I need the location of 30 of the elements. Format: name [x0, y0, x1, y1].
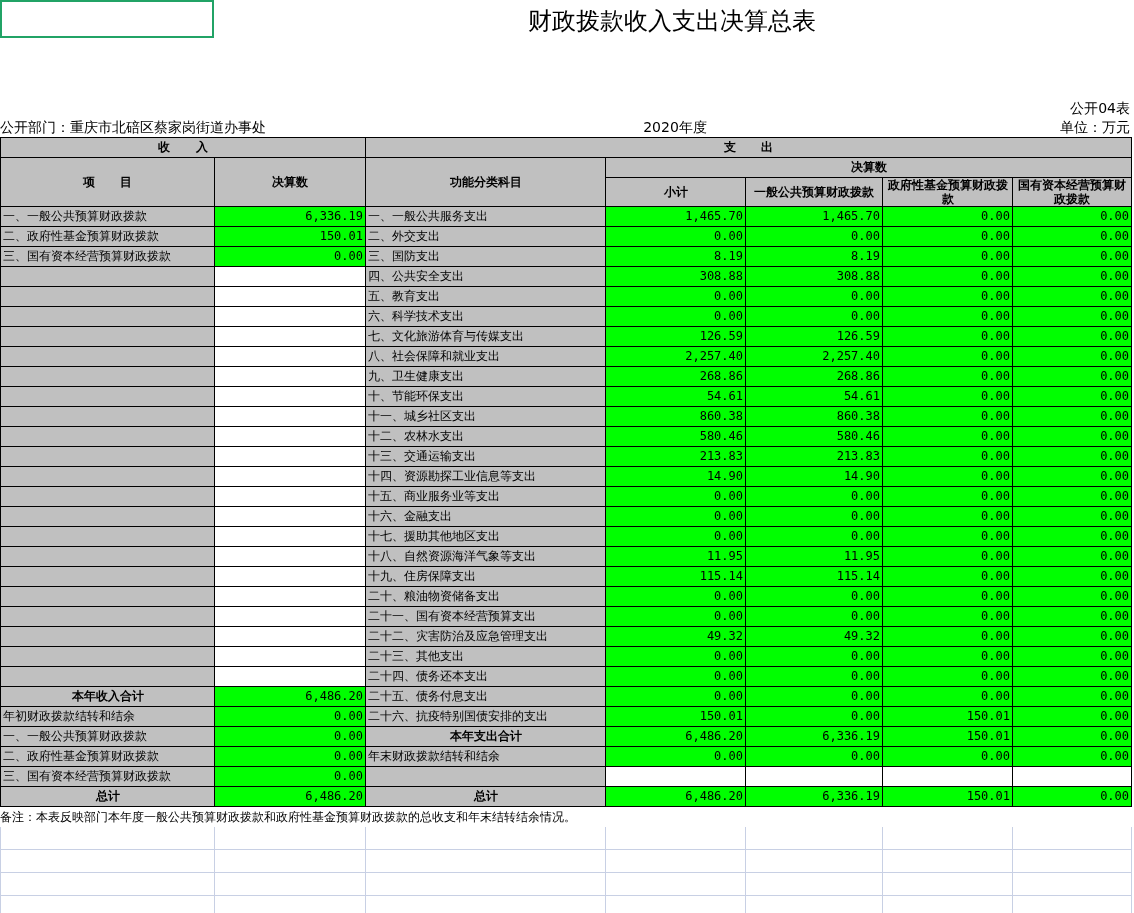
row-label: 一、一般公共预算财政拨款 — [0, 206, 215, 227]
table-number: 公开04表 — [1070, 100, 1130, 116]
row-label: 三、国有资本经营预算财政拨款 — [0, 766, 215, 787]
row-label: 一、一般公共预算财政拨款 — [0, 726, 215, 747]
column-header: 国有资本经营预算财政拨款 — [1012, 177, 1132, 207]
amount-cell: 0.00 — [1012, 206, 1132, 227]
sheet-title: 财政拨款收入支出决算总表 — [527, 6, 817, 37]
total-label: 本年收入合计 — [0, 686, 215, 707]
department-label: 公开部门：重庆市北碚区蔡家岗街道办事处 — [0, 118, 267, 137]
selected-cell[interactable] — [0, 0, 214, 38]
column-header: 小计 — [605, 177, 746, 207]
amount-cell: 1,465.70 — [605, 206, 746, 227]
column-header: 一般公共预算财政拨款 — [745, 177, 883, 207]
amount-cell: 0.00 — [882, 206, 1013, 227]
row-label: 年初财政拨款结转和结余 — [0, 706, 215, 727]
footnote: 备注：本表反映部门本年度一般公共预算财政拨款和政府性基金预算财政拨款的总收支和年末结转结余情况。 — [0, 809, 577, 826]
column-group-header: 决算数 — [605, 157, 1132, 178]
row-label: 二、政府性基金预算财政拨款 — [0, 746, 215, 767]
column-group-header: 支 出 — [365, 137, 1132, 158]
column-header: 功能分类科目 — [365, 157, 606, 207]
column-header: 政府性基金预算财政拨款 — [882, 177, 1013, 207]
column-header: 决算数 — [214, 157, 366, 207]
total-label: 总计 — [0, 786, 215, 807]
column-group-header: 收 入 — [0, 137, 366, 158]
year-label: 2020年度 — [642, 118, 708, 137]
row-label: 二、政府性基金预算财政拨款 — [0, 226, 215, 247]
column-header: 项 目 — [0, 157, 215, 207]
row-label: 三、国有资本经营预算财政拨款 — [0, 246, 215, 267]
unit-label: 单位：万元 — [1059, 118, 1131, 137]
amount-cell: 1,465.70 — [745, 206, 883, 227]
